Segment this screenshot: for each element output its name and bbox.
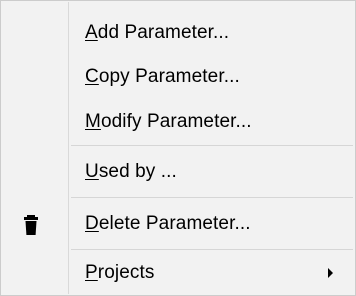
label-text: odify Parameter... — [100, 111, 252, 132]
menu-item-label: Used by ... — [85, 161, 177, 183]
menu-item-modify-parameter[interactable]: Modify Parameter... — [1, 103, 355, 143]
menu-item-label: Delete Parameter... — [85, 213, 251, 235]
label-text: opy Parameter... — [98, 66, 240, 87]
menu-item-label: Modify Parameter... — [85, 111, 252, 133]
menu-item-label: Copy Parameter... — [85, 66, 240, 88]
mnemonic-letter: M — [85, 111, 101, 132]
mnemonic-letter: D — [85, 213, 99, 234]
menu-item-add-parameter[interactable]: Add Parameter... — [1, 14, 355, 54]
label-text: rojects — [97, 262, 155, 283]
menu-item-used-by[interactable]: Used by ... — [1, 153, 355, 193]
chevron-right-icon — [328, 268, 333, 278]
trash-icon — [23, 214, 43, 236]
menu-item-delete-parameter[interactable]: Delete Parameter... — [1, 205, 355, 245]
mnemonic-letter: C — [85, 66, 99, 87]
menu-item-label: Add Parameter... — [85, 22, 229, 44]
label-text: dd Parameter... — [97, 22, 230, 43]
mnemonic-letter: P — [85, 262, 98, 283]
mnemonic-letter: U — [85, 161, 99, 182]
menu-separator — [71, 197, 353, 198]
menu-separator — [71, 249, 353, 250]
menu-item-copy-parameter[interactable]: Copy Parameter... — [1, 58, 355, 98]
menu-item-label: Projects — [85, 262, 154, 284]
label-text: elete Parameter... — [98, 213, 251, 234]
mnemonic-letter: A — [85, 22, 98, 43]
menu-separator — [71, 145, 353, 146]
menu-item-projects[interactable]: Projects — [1, 254, 355, 294]
label-text: sed by ... — [98, 161, 177, 182]
context-menu: Add Parameter... Copy Parameter... Modif… — [0, 0, 356, 296]
